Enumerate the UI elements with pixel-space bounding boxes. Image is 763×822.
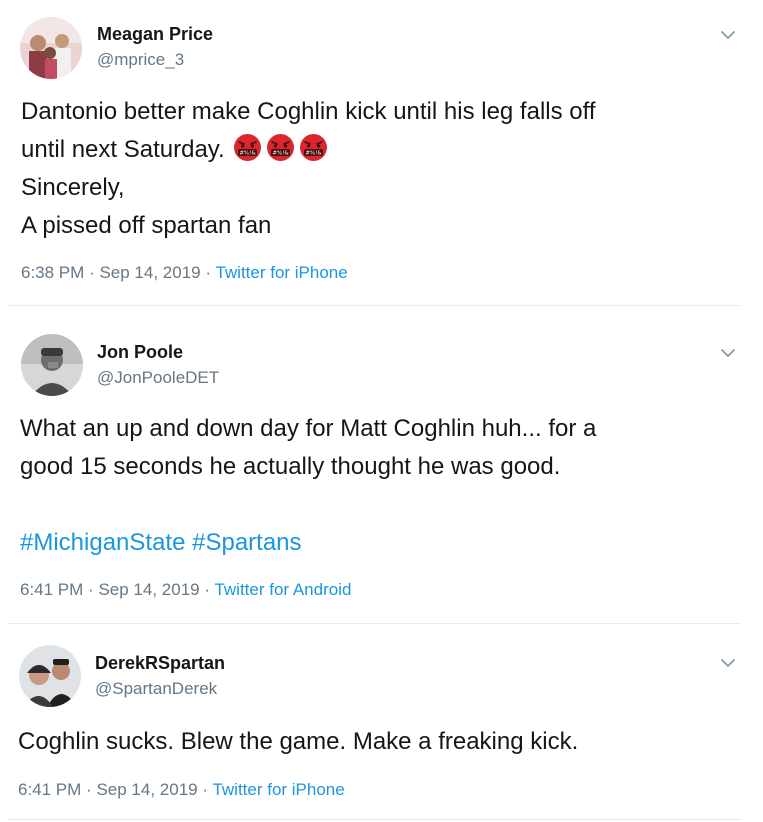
chevron-down-icon[interactable]: [719, 654, 737, 672]
tweet-card[interactable]: DerekRSpartan @SpartanDerek Coghlin suck…: [0, 632, 763, 822]
tweet-text-fragment: until next Saturday.: [21, 136, 225, 163]
tweet-text: Coghlin sucks. Blew the game. Make a fre…: [18, 723, 578, 761]
meta-separator: ·: [89, 263, 95, 282]
tweet-meta: 6:41 PM · Sep 14, 2019 · Twitter for iPh…: [18, 780, 345, 800]
chevron-down-icon[interactable]: [719, 344, 737, 362]
tweet-text: What an up and down day for Matt Coghlin…: [20, 410, 596, 562]
svg-text:#%!&: #%!&: [305, 151, 322, 157]
tweet-meta: 6:38 PM · Sep 14, 2019 · Twitter for iPh…: [21, 263, 348, 283]
meta-separator: ·: [205, 263, 212, 282]
tweet-text-line: until next Saturday. #%!& #%!& #%!&: [21, 131, 596, 169]
display-name[interactable]: Meagan Price: [97, 24, 213, 45]
tweet-date[interactable]: Sep 14, 2019: [96, 780, 197, 799]
tweet-hashtags: #MichiganState #Spartans: [20, 524, 596, 562]
user-handle[interactable]: @mprice_3: [97, 50, 184, 70]
hashtag-link[interactable]: #Spartans: [192, 529, 301, 556]
tweet-time[interactable]: 6:38 PM: [21, 263, 84, 282]
meta-separator: ·: [204, 580, 211, 599]
blank-line: ​: [20, 486, 596, 524]
tweet-source-link[interactable]: Twitter for iPhone: [215, 263, 347, 282]
avatar[interactable]: [21, 334, 83, 396]
meta-separator: ·: [88, 580, 94, 599]
tweet-source-link[interactable]: Twitter for iPhone: [212, 780, 344, 799]
divider: [8, 305, 741, 306]
hashtag-link[interactable]: #MichiganState: [20, 529, 185, 556]
avatar[interactable]: [20, 17, 82, 79]
avatar[interactable]: [19, 645, 81, 707]
display-name[interactable]: Jon Poole: [97, 342, 183, 363]
tweet-text-line: A pissed off spartan fan: [21, 212, 272, 239]
svg-text:#%!&: #%!&: [272, 151, 289, 157]
user-handle[interactable]: @JonPooleDET: [97, 368, 219, 388]
divider: [8, 819, 741, 820]
face-with-symbols-on-mouth-icon: #%!&: [266, 133, 295, 162]
tweet-time[interactable]: 6:41 PM: [18, 780, 81, 799]
tweet-card[interactable]: Jon Poole @JonPooleDET What an up and do…: [0, 318, 763, 624]
tweet-text-line: good 15 seconds he actually thought he w…: [20, 453, 561, 480]
tweet-card[interactable]: Meagan Price @mprice_3 Dantonio better m…: [0, 0, 763, 306]
tweet-meta: 6:41 PM · Sep 14, 2019 · Twitter for And…: [20, 580, 351, 600]
tweet-text-line: What an up and down day for Matt Coghlin…: [20, 415, 597, 442]
svg-text:#%!&: #%!&: [239, 151, 256, 157]
meta-separator: ·: [202, 780, 209, 799]
chevron-down-icon[interactable]: [719, 26, 737, 44]
tweet-time[interactable]: 6:41 PM: [20, 580, 83, 599]
display-name[interactable]: DerekRSpartan: [95, 653, 225, 674]
tweet-text: Dantonio better make Coghlin kick until …: [21, 93, 596, 245]
meta-separator: ·: [86, 780, 92, 799]
tweet-date[interactable]: Sep 14, 2019: [99, 263, 200, 282]
tweet-source-link[interactable]: Twitter for Android: [214, 580, 351, 599]
divider: [8, 623, 741, 624]
tweet-text-line: Coghlin sucks. Blew the game. Make a fre…: [18, 728, 579, 755]
tweet-text-line: Sincerely,: [21, 174, 125, 201]
face-with-symbols-on-mouth-icon: #%!&: [299, 133, 328, 162]
tweet-date[interactable]: Sep 14, 2019: [98, 580, 199, 599]
tweet-text-line: Dantonio better make Coghlin kick until …: [21, 98, 596, 125]
face-with-symbols-on-mouth-icon: #%!&: [233, 133, 262, 162]
user-handle[interactable]: @SpartanDerek: [95, 679, 217, 699]
